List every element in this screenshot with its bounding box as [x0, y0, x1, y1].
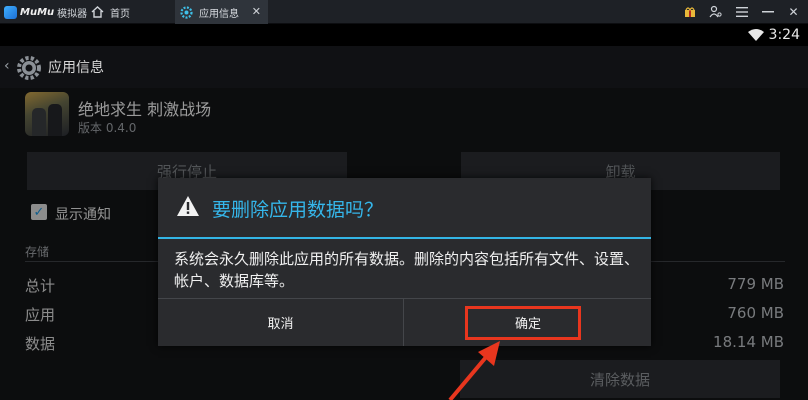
- tab-app-info[interactable]: 应用信息 ✕: [175, 0, 268, 24]
- menu-icon[interactable]: [735, 4, 748, 19]
- cancel-button[interactable]: 取消: [158, 299, 404, 346]
- warning-icon: [177, 196, 199, 216]
- dialog-title-divider: [158, 237, 651, 239]
- wifi-icon: [748, 29, 764, 41]
- dialog-message: 系统会永久删除此应用的所有数据。删除的内容包括所有文件、设置、帐户、数据库等。: [174, 250, 640, 290]
- dialog-title: 要删除应用数据吗？: [212, 199, 384, 221]
- settings-gear-icon[interactable]: [16, 55, 42, 81]
- tab-close-icon[interactable]: ✕: [252, 6, 261, 17]
- home-icon: [91, 6, 104, 18]
- tab-home[interactable]: 首页: [87, 0, 171, 24]
- minimize-icon[interactable]: [761, 4, 774, 19]
- close-window-icon[interactable]: ✕: [787, 4, 800, 19]
- mumu-logo-icon: [4, 5, 17, 19]
- settings-gear-icon: [180, 5, 193, 19]
- page-title: 应用信息: [48, 60, 104, 76]
- back-chevron-icon[interactable]: ‹: [4, 58, 10, 74]
- logo-subtext: 模拟器: [57, 8, 88, 20]
- logo-text: MuMu: [20, 6, 55, 18]
- dialog-header: 要删除应用数据吗？: [158, 178, 651, 238]
- gift-icon[interactable]: [683, 4, 696, 19]
- status-clock: 3:24: [768, 27, 800, 43]
- tab-app-info-label: 应用信息: [199, 8, 239, 20]
- android-status-bar: 3:24: [0, 24, 808, 46]
- mumu-logo: MuMu 模拟器: [4, 4, 87, 20]
- confirm-highlight-box: [465, 306, 581, 340]
- user-settings-icon[interactable]: [709, 4, 722, 19]
- window-controls: ✕: [683, 4, 800, 19]
- action-bar: ‹ 应用信息: [0, 46, 808, 88]
- emulator-title-bar: MuMu 模拟器 首页 应用信息 ✕ ✕: [0, 0, 808, 24]
- tab-home-label: 首页: [110, 8, 130, 20]
- annotation-arrow-icon: [448, 341, 500, 400]
